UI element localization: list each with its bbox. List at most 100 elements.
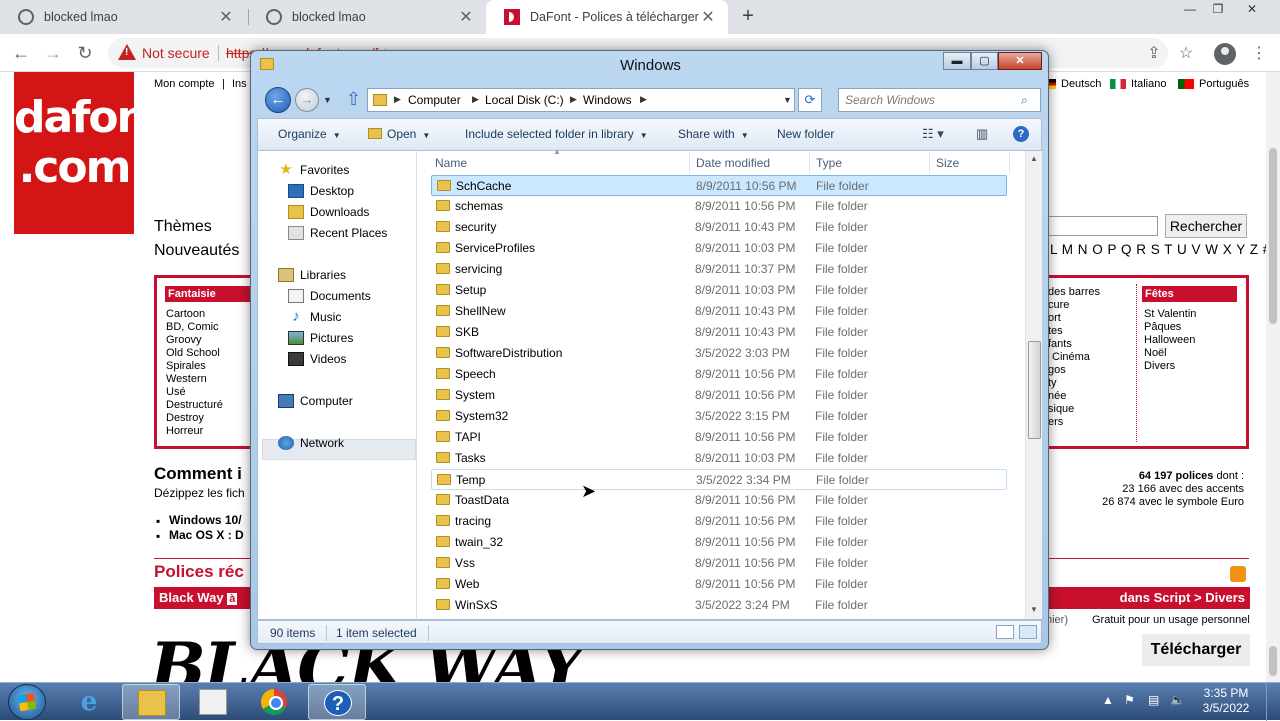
lang-portugues[interactable]: Português (1178, 78, 1249, 90)
category-item[interactable]: Divers (1144, 360, 1175, 373)
not-secure-label[interactable]: Not secure (142, 45, 210, 61)
organize-button[interactable]: Organize ▼ (278, 127, 341, 141)
file-row[interactable]: System 8/9/2011 10:56 PM File folder (431, 385, 1007, 406)
browser-tab-dafont[interactable]: DaFont - Polices à télécharger ✕ (486, 0, 728, 34)
reload-button[interactable]: ↻ (72, 40, 98, 66)
address-dropdown-icon[interactable]: ▼ (783, 95, 792, 105)
file-row[interactable]: twain_32 8/9/2011 10:56 PM File folder (431, 532, 1007, 553)
font-category-link[interactable]: dans Script > Divers (1120, 590, 1245, 605)
bookmark-star-icon[interactable]: ☆ (1175, 43, 1197, 65)
file-row[interactable]: Web 8/9/2011 10:56 PM File folder (431, 574, 1007, 595)
nav-favorites[interactable]: ★ Favorites (278, 160, 349, 180)
file-row[interactable]: SKB 8/9/2011 10:43 PM File folder (431, 322, 1007, 343)
window-close-button[interactable]: ✕ (1238, 0, 1266, 20)
nav-documents[interactable]: Documents (288, 286, 371, 306)
register-link[interactable]: Ins (232, 78, 247, 90)
page-scroll-thumb[interactable] (1269, 148, 1277, 324)
file-list-scroll-thumb[interactable] (1028, 341, 1041, 439)
start-button[interactable] (8, 684, 46, 720)
file-row[interactable]: Speech 8/9/2011 10:56 PM File folder (431, 364, 1007, 385)
nav-computer[interactable]: Computer (278, 391, 353, 411)
category-item[interactable]: des barres (1048, 286, 1100, 299)
help-icon[interactable]: ? (1013, 126, 1029, 142)
category-item[interactable]: Spirales (166, 360, 206, 373)
open-button[interactable]: Open ▼ (368, 127, 430, 141)
file-row[interactable]: ToastData 8/9/2011 10:56 PM File folder (431, 490, 1007, 511)
file-row[interactable]: SchCache 8/9/2011 10:56 PM File folder (431, 175, 1007, 196)
breadcrumb-windows[interactable]: Windows (583, 93, 632, 107)
file-row[interactable]: security 8/9/2011 10:43 PM File folder (431, 217, 1007, 238)
breadcrumb-chevron-icon[interactable]: ▶ (640, 94, 647, 105)
back-button[interactable]: ← (8, 40, 34, 66)
browser-tab-1[interactable]: blocked lmao ✕ (0, 0, 246, 34)
close-tab-icon[interactable]: ✕ (218, 7, 234, 27)
lang-deutsch[interactable]: Deutsch (1040, 78, 1101, 90)
window-minimize-button[interactable]: — (1176, 0, 1204, 20)
category-item[interactable]: Groovy (166, 334, 201, 347)
profile-avatar[interactable] (1214, 43, 1236, 65)
file-row[interactable]: TAPI 8/9/2011 10:56 PM File folder (431, 427, 1007, 448)
volume-icon[interactable]: 🔈 (1170, 693, 1185, 707)
breadcrumb-chevron-icon[interactable]: ▶ (570, 94, 577, 105)
preview-pane-icon[interactable]: ▥ (976, 126, 988, 142)
file-list-scrollbar[interactable]: ▲ ▼ (1025, 151, 1042, 619)
network-tray-icon[interactable]: ▤ (1148, 693, 1159, 707)
explorer-forward-button[interactable]: → (295, 88, 319, 112)
breadcrumb-chevron-icon[interactable]: ▶ (394, 94, 401, 105)
category-item[interactable]: Western (166, 373, 207, 386)
scroll-up-arrow-icon[interactable]: ▲ (1030, 154, 1038, 163)
category-item[interactable]: née (1048, 390, 1066, 403)
recent-pages-chevron-icon[interactable]: ▼ (323, 95, 332, 105)
category-item[interactable]: Halloween (1144, 334, 1195, 347)
explorer-back-button[interactable]: ← (265, 87, 291, 113)
share-icon[interactable]: ⇪ (1143, 43, 1165, 65)
breadcrumb-local-disk[interactable]: Local Disk (C:) (485, 93, 564, 107)
nav-music[interactable]: ♪ Music (288, 307, 341, 327)
nav-desktop[interactable]: Desktop (288, 181, 354, 201)
taskbar-windows-explorer[interactable] (122, 684, 180, 720)
nav-recent-places[interactable]: Recent Places (288, 223, 387, 243)
new-fonts-link[interactable]: Nouveautés (154, 242, 239, 260)
nav-network[interactable]: Network (278, 433, 344, 453)
breadcrumb-chevron-icon[interactable]: ▶ (472, 94, 479, 105)
category-item[interactable]: St Valentin (1144, 308, 1196, 321)
category-item[interactable]: sique (1048, 403, 1074, 416)
category-item[interactable]: tes (1048, 325, 1063, 338)
category-item[interactable]: gos (1048, 364, 1066, 377)
browser-tab-2[interactable]: blocked lmao ✕ (248, 0, 486, 34)
lang-italiano[interactable]: Italiano (1110, 78, 1166, 90)
column-header-type[interactable]: Type (816, 156, 842, 170)
scroll-down-arrow-icon[interactable]: ▼ (1030, 605, 1038, 614)
file-row[interactable]: ServiceProfiles 8/9/2011 10:03 PM File fol… (431, 238, 1007, 259)
nav-pictures[interactable]: Pictures (288, 328, 353, 348)
category-item[interactable]: Cinéma (1052, 351, 1090, 364)
font-search-input[interactable] (1046, 216, 1158, 236)
my-account-link[interactable]: Mon compte (154, 78, 215, 90)
explorer-address-bar[interactable]: ▶ Computer ▶ Local Disk (C:) ▶ Windows ▶… (367, 88, 795, 112)
details-view-icon[interactable] (996, 625, 1014, 639)
category-header-fetes[interactable]: Fêtes (1142, 286, 1237, 302)
rss-icon[interactable] (1230, 566, 1246, 582)
new-folder-button[interactable]: New folder (777, 127, 834, 141)
show-hidden-icons-arrow-icon[interactable]: ▲ (1102, 693, 1114, 707)
search-button[interactable]: Rechercher (1165, 214, 1247, 238)
file-row[interactable]: schemas 8/9/2011 10:56 PM File folder (431, 196, 1007, 217)
action-center-flag-icon[interactable]: ⚑ (1124, 693, 1135, 707)
nav-libraries[interactable]: Libraries (278, 265, 346, 285)
category-item[interactable]: BD, Comic (166, 321, 219, 334)
taskbar-internet-explorer[interactable]: e (60, 684, 118, 720)
file-row[interactable]: Vss 8/9/2011 10:56 PM File folder (431, 553, 1007, 574)
category-item[interactable]: ort (1048, 312, 1061, 325)
category-item[interactable]: cure (1048, 299, 1069, 312)
column-divider[interactable] (809, 153, 810, 173)
category-item[interactable]: ers (1048, 416, 1063, 429)
close-tab-icon[interactable]: ✕ (700, 7, 716, 27)
page-scrollbar[interactable] (1266, 72, 1280, 682)
category-item[interactable]: Horreur (166, 425, 203, 438)
column-header-size[interactable]: Size (936, 156, 959, 170)
page-scroll-thumb-lower[interactable] (1269, 646, 1277, 676)
category-item[interactable]: Pâques (1144, 321, 1181, 334)
font-name-link[interactable]: Black Way (159, 590, 224, 605)
file-row[interactable]: servicing 8/9/2011 10:37 PM File folder (431, 259, 1007, 280)
browser-menu-icon[interactable]: ⋮ (1248, 43, 1270, 65)
